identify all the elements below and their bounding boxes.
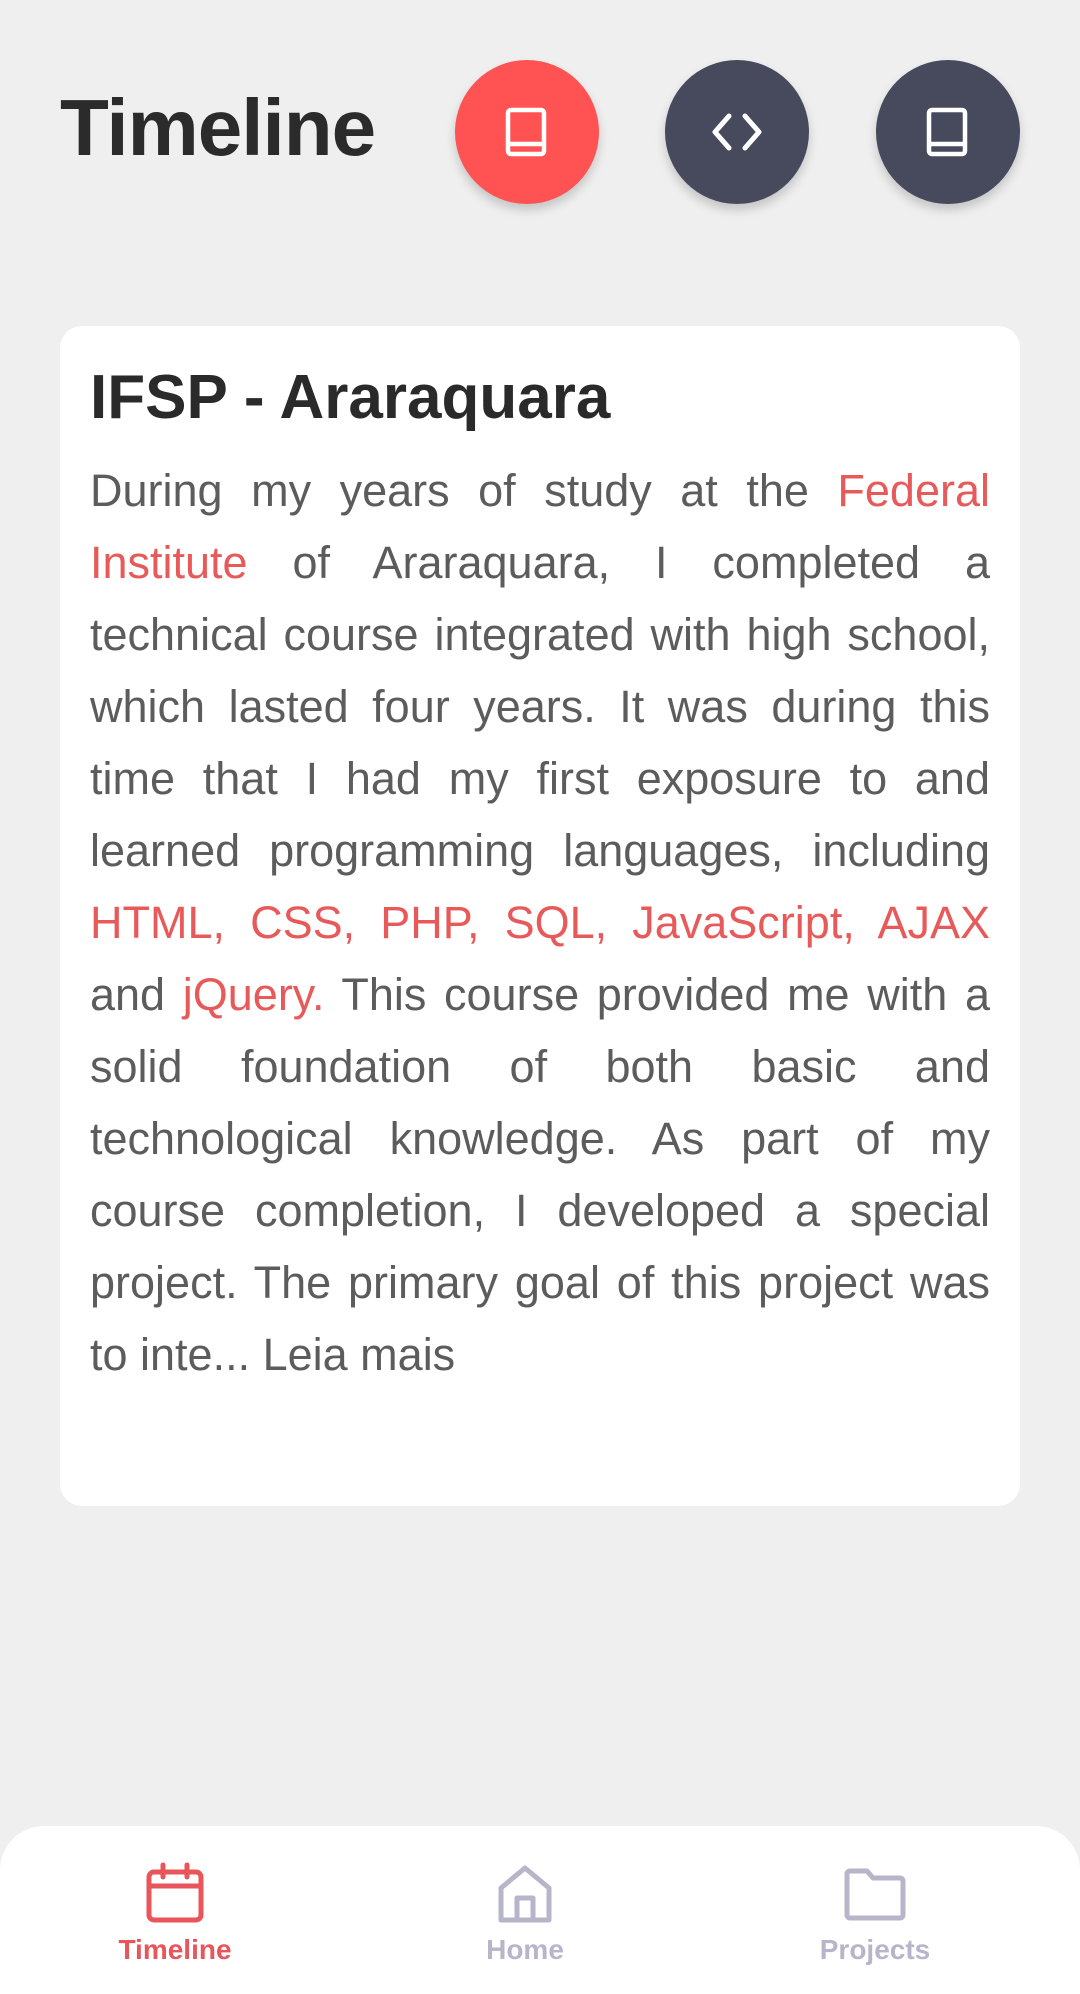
highlight-languages: HTML, CSS, PHP, SQL, JavaScript, AJAX — [90, 897, 990, 949]
bottom-navigation: Timeline Home Projects — [0, 1826, 1080, 1994]
education-filter-button[interactable] — [455, 60, 599, 204]
read-more-link[interactable]: Leia mais — [250, 1329, 456, 1380]
body-text: During my years of study at the — [90, 465, 838, 517]
timeline-card: IFSP - Araraquara During my years of stu… — [60, 326, 1020, 1506]
timeline-screen: Timeline IFSP - Araraquara During my yea… — [0, 0, 1080, 1994]
home-icon — [498, 1865, 552, 1923]
code-filter-button[interactable] — [665, 60, 809, 204]
card-description: During my years of study at the Federal … — [90, 455, 990, 1391]
calendar-icon — [146, 1862, 204, 1923]
highlight-jquery: jQuery. — [182, 969, 325, 1021]
card-title: IFSP - Araraquara — [90, 363, 611, 432]
page-title: Timeline — [60, 83, 376, 172]
folder-icon — [844, 1868, 906, 1921]
body-text: This course provided me with a solid fou… — [90, 969, 990, 1381]
book-icon — [926, 107, 968, 157]
header: Timeline — [60, 58, 1020, 208]
nav-item-home[interactable]: Home — [405, 1860, 645, 1980]
nav-label-timeline: Timeline — [118, 1934, 232, 1965]
nav-label-projects: Projects — [819, 1934, 931, 1965]
book-icon — [505, 107, 547, 157]
nav-item-timeline[interactable]: Timeline — [55, 1860, 295, 1980]
code-icon — [712, 113, 762, 151]
nav-item-projects[interactable]: Projects — [755, 1860, 995, 1980]
nav-label-home: Home — [486, 1934, 564, 1965]
courses-filter-button[interactable] — [876, 60, 1020, 204]
body-text: and — [90, 969, 183, 1021]
